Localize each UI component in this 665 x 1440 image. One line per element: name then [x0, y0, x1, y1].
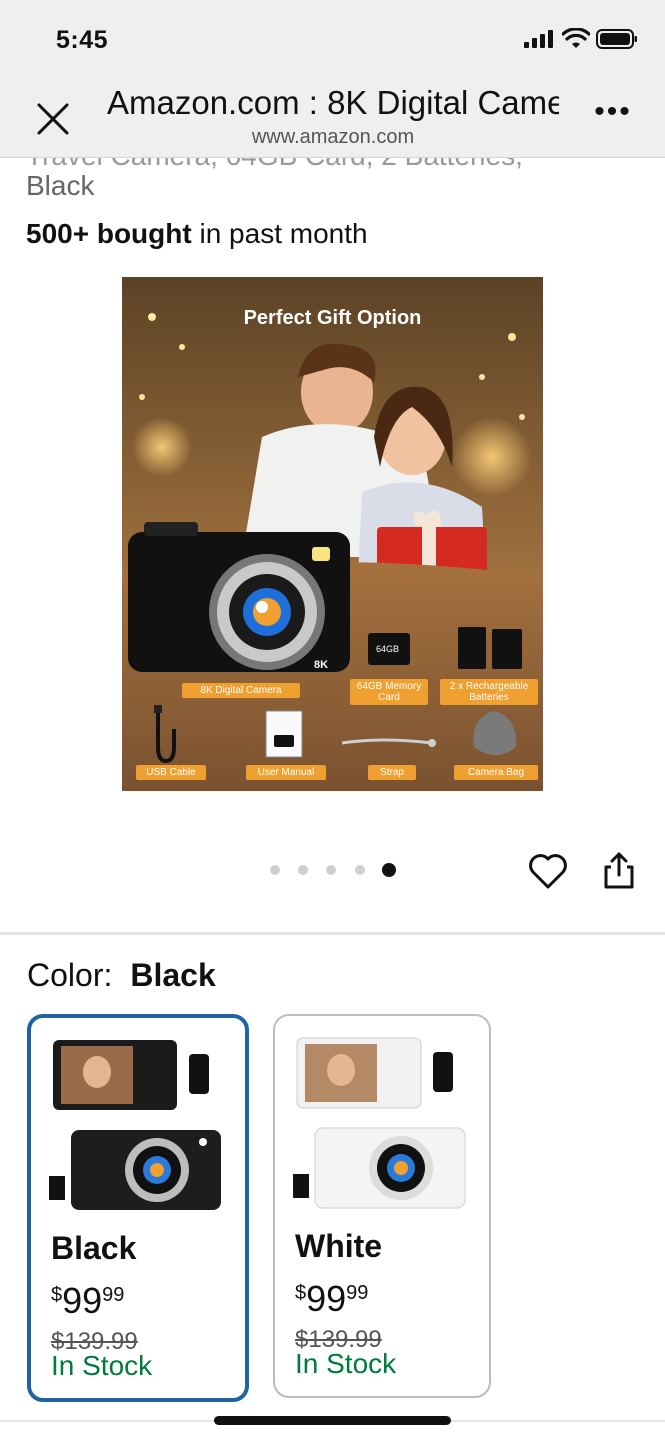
color-option-stock: In Stock	[295, 1348, 397, 1379]
bought-count-rest: in past month	[199, 218, 368, 249]
caption-usb: USB Cable	[136, 765, 206, 780]
page-url: www.amazon.com	[251, 126, 415, 148]
status-time: 5:45	[56, 26, 109, 54]
memory-card-label: 64GB	[376, 644, 399, 654]
page-title: Amazon.com : 8K Digital Camera	[107, 84, 559, 121]
caption-memory: 64GB Memory Card	[350, 679, 428, 705]
camera-8k-badge: 8K	[314, 659, 328, 671]
heart-icon[interactable]	[528, 852, 568, 890]
color-label: Color:	[27, 957, 113, 993]
caption-strap: Strap	[368, 765, 416, 780]
caption-bag: Camera Bag	[454, 765, 538, 780]
signal-icon	[524, 30, 553, 48]
browser-header: 5:45 Amazon.com : 8K Digital Camera www.…	[0, 0, 665, 158]
bought-count: 500+ bought in past month	[26, 218, 368, 250]
price-whole: 99	[306, 1278, 347, 1319]
carousel-dot[interactable]	[270, 865, 280, 875]
caption-camera: 8K Digital Camera	[182, 683, 300, 698]
price-whole: 99	[62, 1280, 103, 1321]
carousel-dot[interactable]	[326, 865, 336, 875]
share-icon[interactable]	[602, 850, 636, 890]
color-option-name: White	[295, 1228, 383, 1264]
color-option-black[interactable]: Black $9999 $139.99 In Stock	[27, 1014, 249, 1402]
section-divider	[0, 932, 665, 935]
bought-count-bold: 500+ bought	[26, 218, 192, 249]
product-image[interactable]: 8K 64GB Perfect Gift Option 8K Digital C…	[122, 277, 543, 791]
color-option-price: $9999	[295, 1278, 368, 1320]
color-thumbnail-black	[49, 1040, 221, 1210]
product-image-scene: 8K 64GB	[122, 313, 543, 791]
home-indicator[interactable]	[214, 1416, 451, 1425]
carousel-dots	[264, 862, 404, 878]
color-option-stock: In Stock	[51, 1350, 153, 1381]
color-option-name: Black	[51, 1230, 137, 1266]
close-icon[interactable]	[30, 96, 76, 142]
wifi-icon	[562, 28, 590, 48]
color-thumbnail-white	[293, 1037, 466, 1209]
carousel-dot-active[interactable]	[382, 863, 396, 877]
color-option-white[interactable]: White $9999 $139.99 In Stock	[273, 1014, 491, 1398]
product-title-last-line: Black	[26, 170, 95, 201]
selected-color-value: Black	[130, 957, 216, 993]
hero-headline: Perfect Gift Option	[243, 307, 422, 329]
price-currency: $	[295, 1282, 307, 1304]
color-label-row: Color: Black	[27, 957, 216, 994]
more-options-icon[interactable]: •••	[588, 97, 638, 132]
battery-icon	[596, 29, 637, 49]
carousel-dot[interactable]	[298, 865, 308, 875]
color-option-price: $9999	[51, 1280, 124, 1322]
price-fraction: 99	[102, 1284, 125, 1306]
caption-manual: User Manual	[246, 765, 326, 780]
carousel-dot[interactable]	[355, 865, 365, 875]
price-currency: $	[51, 1284, 63, 1306]
caption-batteries: 2 x Rechargeable Batteries	[440, 679, 538, 705]
price-fraction: 99	[346, 1282, 369, 1304]
